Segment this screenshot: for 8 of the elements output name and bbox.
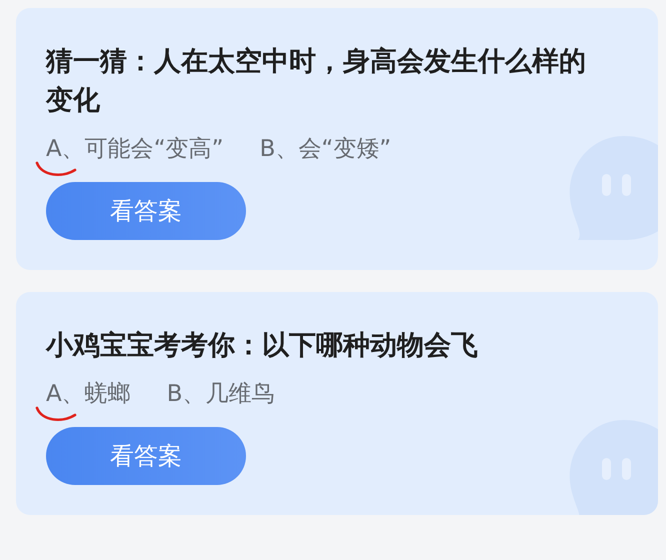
question-title: 猜一猜：人在太空中时，身高会发生什么样的变化 [46,45,587,118]
show-answer-button[interactable]: 看答案 [46,182,246,240]
show-answer-button[interactable]: 看答案 [46,427,246,485]
answer-option: A、蜣螂 [46,377,131,411]
answer-option: A、可能会“变高” [46,132,224,166]
answer-option: B、会“变矮” [260,132,392,166]
question-title: 小鸡宝宝考考你：以下哪种动物会飞 [46,329,479,363]
answer-option: B、几维鸟 [166,377,275,411]
